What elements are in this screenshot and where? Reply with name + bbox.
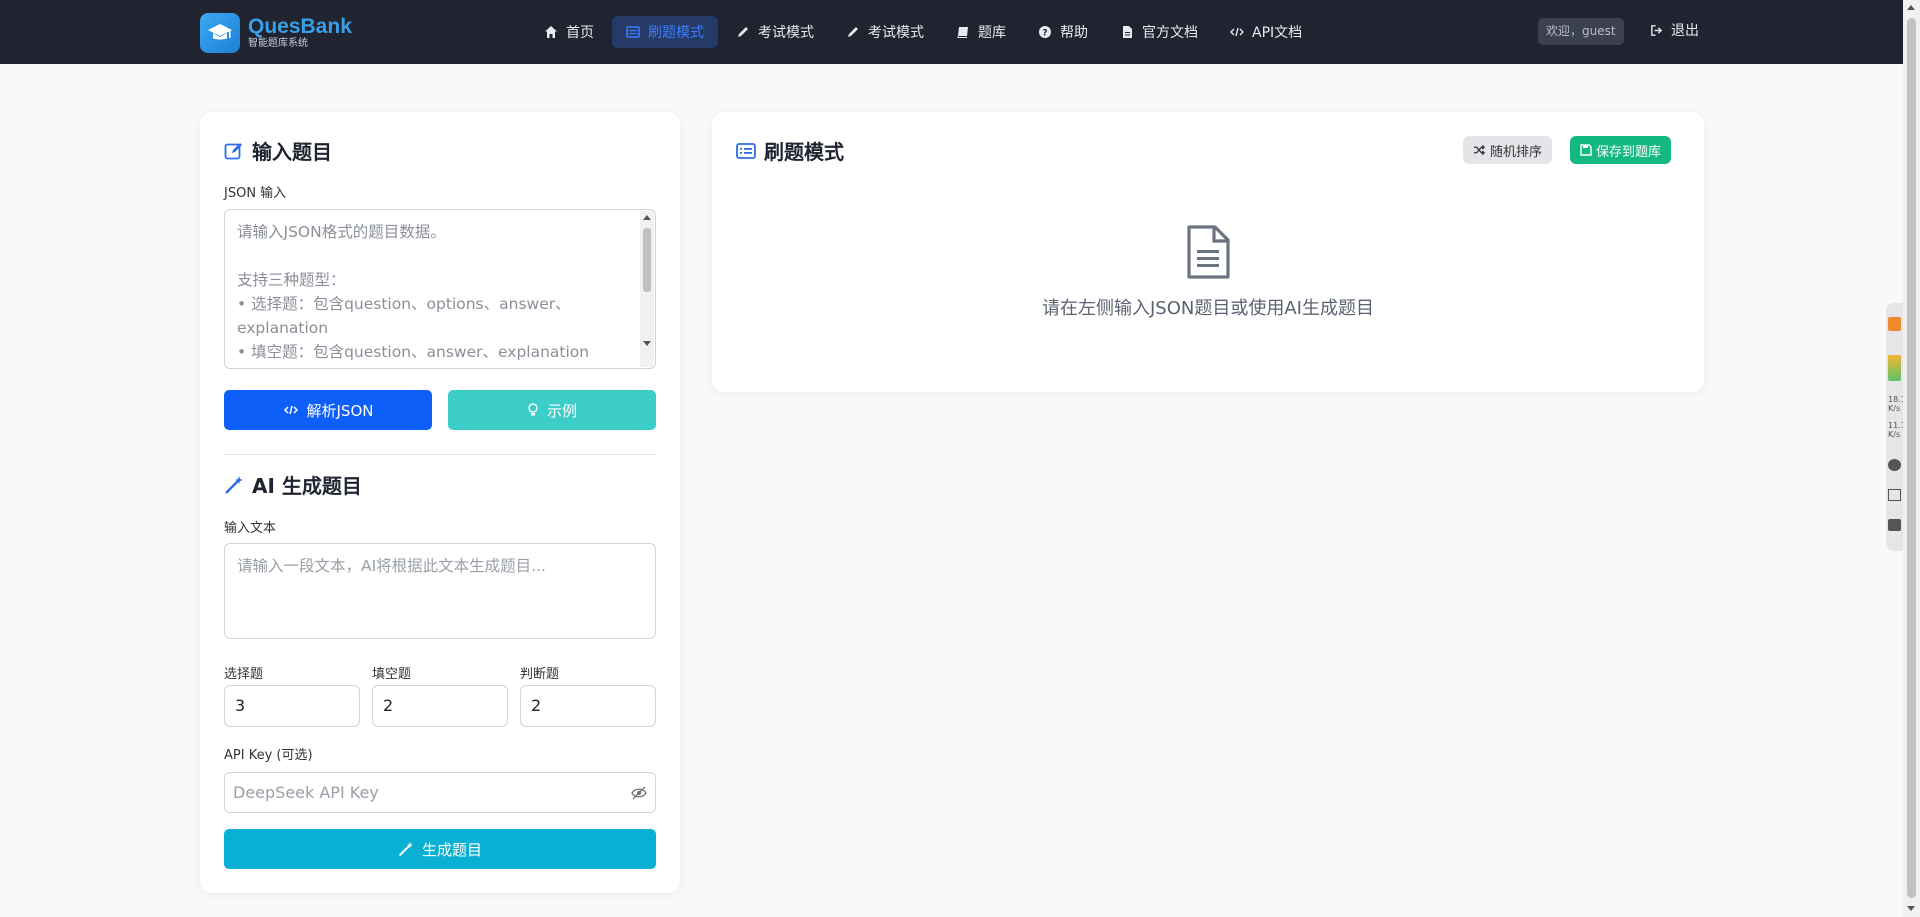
logout-label: 退出: [1671, 23, 1699, 39]
shuffle-label: 随机排序: [1490, 144, 1543, 160]
edit-icon: [224, 142, 242, 159]
text-label: 输入文本: [224, 521, 277, 536]
sign-out-icon: [1651, 24, 1663, 36]
scroll-up-arrow[interactable]: [1907, 5, 1915, 10]
magic-wand-icon: [398, 841, 414, 857]
file-text-icon: [1187, 225, 1230, 279]
judge-count-input[interactable]: 2: [520, 685, 656, 727]
parse-json-label: 解析JSON: [306, 401, 374, 420]
save-label: 保存到题库: [1596, 144, 1662, 160]
input-section-title: 输入题目: [224, 136, 332, 165]
choice-label: 选择题: [224, 667, 264, 682]
nav-exam-label: 考试模式: [758, 25, 814, 41]
nav-help[interactable]: ? 帮助: [1024, 16, 1102, 48]
practice-card: 刷题模式 随机排序 保存到题库 请在左侧输入JSON题目或使用AI生成题目: [712, 112, 1704, 392]
nav-home[interactable]: 首页: [530, 16, 608, 48]
nav-docs-label: 官方文档: [1142, 25, 1198, 41]
nav-exam-2-label: 考试模式: [868, 25, 924, 41]
generate-button[interactable]: 生成题目: [224, 829, 656, 869]
nav-exam-2[interactable]: 考试模式: [832, 16, 938, 48]
nav-docs[interactable]: 官方文档: [1106, 16, 1212, 48]
brand-name: QuesBank: [248, 15, 352, 38]
magic-wand-icon: [225, 475, 243, 494]
question-icon: ?: [1039, 26, 1051, 39]
save-icon: [1580, 144, 1592, 156]
nav-practice-label: 刷题模式: [648, 25, 704, 41]
input-card: 输入题目 JSON 输入 请输入JSON格式的题目数据。 支持三种题型： • 选…: [200, 112, 680, 893]
file-icon: [1123, 26, 1132, 38]
nav-home-label: 首页: [566, 25, 594, 41]
eye-slash-icon[interactable]: [631, 785, 647, 801]
svg-text:?: ?: [1042, 29, 1047, 39]
ai-section-title: AI 生成题目: [224, 470, 362, 499]
judge-label: 判断题: [520, 667, 560, 682]
nav-bank-label: 题库: [978, 25, 1006, 41]
nav-practice[interactable]: 刷题模式: [612, 16, 718, 48]
navbar: QuesBank 智能题库系统 首页 刷题模式 考试模式 考试模式 题库 ? 帮…: [0, 0, 1903, 64]
key-label: API Key (可选): [224, 748, 313, 763]
scroll-thumb[interactable]: [1907, 18, 1916, 898]
side-widget[interactable]: 18.1 K/s 11.7 K/s: [1886, 303, 1906, 551]
shuffle-button[interactable]: 随机排序: [1463, 136, 1553, 164]
book-icon: [957, 27, 968, 38]
logout-button[interactable]: 退出: [1650, 20, 1699, 40]
home-icon: [545, 26, 557, 38]
ai-text-input[interactable]: 请输入一段文本，AI将根据此文本生成题目...: [224, 543, 656, 639]
choice-count-input[interactable]: 3: [224, 685, 360, 727]
json-label: JSON 输入: [224, 186, 287, 201]
widget-download-speed: 11.7 K/s: [1888, 421, 1906, 439]
input-title: 输入题目: [252, 140, 332, 164]
widget-icon-2[interactable]: [1888, 459, 1901, 471]
parse-json-button[interactable]: 解析JSON: [224, 390, 432, 430]
practice-section-title: 刷题模式: [736, 136, 844, 165]
api-key-placeholder: DeepSeek API Key: [233, 783, 379, 802]
list-alt-icon: [736, 142, 756, 159]
welcome-badge: 欢迎，guest: [1538, 18, 1624, 45]
nav-api-docs-label: API文档: [1252, 25, 1303, 41]
empty-state-text: 请在左侧输入JSON题目或使用AI生成题目: [1042, 298, 1374, 319]
widget-upload-speed: 18.1 K/s: [1888, 395, 1906, 413]
widget-meter-icon: [1888, 355, 1901, 381]
generate-label: 生成题目: [421, 840, 482, 859]
divider: [224, 454, 656, 455]
nav-api-docs[interactable]: API文档: [1216, 16, 1316, 48]
random-icon: [1473, 144, 1486, 156]
fill-count-input[interactable]: 2: [372, 685, 508, 727]
main-nav: 首页 刷题模式 考试模式 考试模式 题库 ? 帮助 官方文档 API文档: [530, 16, 1316, 48]
json-input[interactable]: 请输入JSON格式的题目数据。 支持三种题型： • 选择题：包含question…: [224, 209, 656, 369]
scroll-down-arrow[interactable]: [1907, 906, 1915, 911]
brand-subtitle: 智能题库系统: [248, 38, 308, 49]
pencil-icon: [848, 27, 858, 37]
ai-title: AI 生成题目: [252, 474, 362, 498]
pencil-icon: [738, 27, 748, 37]
example-label: 示例: [546, 401, 577, 420]
practice-title: 刷题模式: [764, 140, 844, 164]
json-placeholder: 请输入JSON格式的题目数据。 支持三种题型： • 选择题：包含question…: [237, 223, 590, 361]
lightbulb-icon: [528, 403, 538, 416]
brand[interactable]: QuesBank 智能题库系统: [200, 13, 352, 53]
nav-help-label: 帮助: [1060, 25, 1088, 41]
save-to-bank-button[interactable]: 保存到题库: [1570, 136, 1672, 164]
page-scrollbar[interactable]: [1903, 0, 1920, 917]
code-icon: [283, 405, 298, 415]
example-button[interactable]: 示例: [448, 390, 656, 430]
json-scrollbar[interactable]: [640, 211, 654, 367]
code-icon: [1230, 27, 1244, 37]
graduation-cap-icon: [200, 13, 240, 53]
nav-bank[interactable]: 题库: [942, 16, 1020, 48]
nav-exam[interactable]: 考试模式: [722, 16, 828, 48]
list-icon: [626, 26, 640, 38]
widget-icon-1[interactable]: [1888, 317, 1901, 331]
widget-crop-icon[interactable]: [1888, 489, 1901, 501]
api-key-input[interactable]: DeepSeek API Key: [224, 772, 656, 813]
widget-search-icon[interactable]: [1888, 519, 1901, 531]
fill-label: 填空题: [372, 667, 412, 682]
